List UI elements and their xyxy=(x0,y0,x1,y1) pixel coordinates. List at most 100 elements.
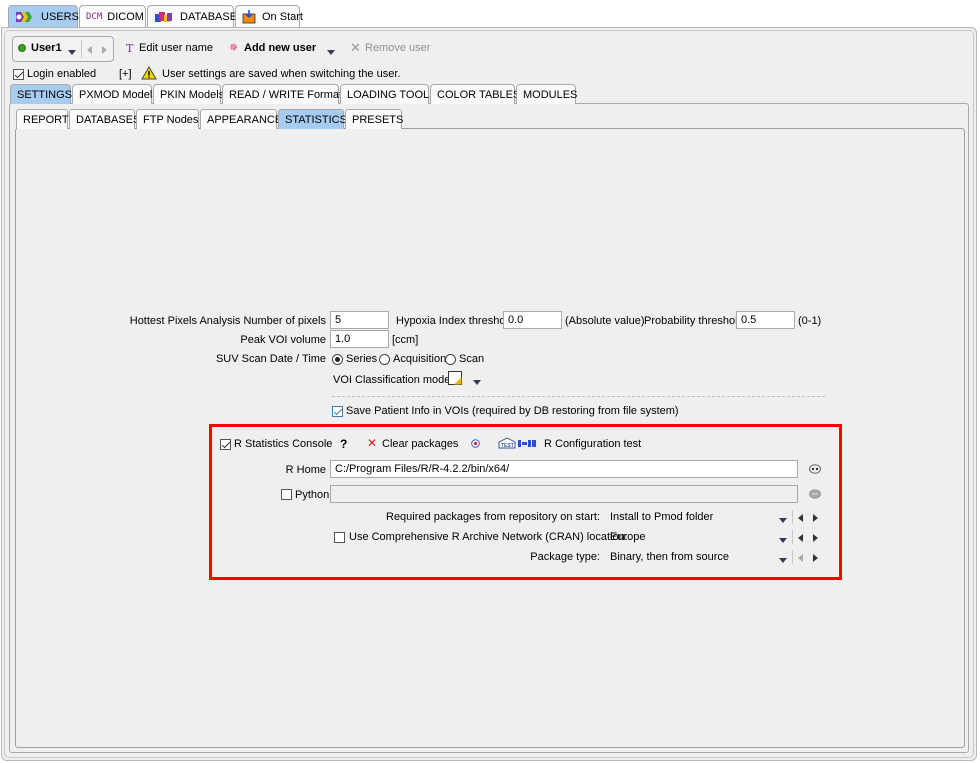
subtab-statistics[interactable]: STATISTICS xyxy=(278,109,347,129)
r-home-input[interactable]: C:/Program Files/R/R-4.2.2/bin/x64/ xyxy=(330,460,798,478)
tab-on-start[interactable]: On Start xyxy=(235,5,303,27)
subtab-appearance[interactable]: APPEARANCE xyxy=(200,109,282,129)
probability-unit: (0-1) xyxy=(798,315,822,327)
dcm-icon: DCM xyxy=(86,11,103,22)
remove-icon: ✕ xyxy=(350,40,361,55)
subtab-presets[interactable]: PRESETS xyxy=(345,109,403,129)
python-input[interactable] xyxy=(330,485,798,503)
help-button[interactable]: ? xyxy=(340,437,347,451)
package-type-label: Package type: xyxy=(530,551,600,563)
svg-text:TEST: TEST xyxy=(501,443,514,449)
peak-voi-input[interactable]: 1.0 xyxy=(330,330,389,348)
suv-scan-option-label: Scan xyxy=(459,353,485,365)
users-icon xyxy=(15,10,35,24)
remove-user-button[interactable]: Remove user xyxy=(365,42,430,54)
previous-user-icon[interactable] xyxy=(87,45,92,57)
tab-pkin-models[interactable]: PKIN Models xyxy=(153,84,225,104)
voi-classification-label: VOI Classification mode: xyxy=(333,374,454,386)
add-new-user-button[interactable]: Add new user xyxy=(244,42,316,54)
required-packages-next-icon[interactable] xyxy=(813,513,818,525)
tab-database[interactable]: DATABASE xyxy=(147,5,237,27)
tab-users[interactable]: USERS xyxy=(8,5,79,27)
tab-settings-label: SETTINGS xyxy=(17,88,73,101)
hypoxia-label: Hypoxia Index threshold xyxy=(396,315,515,327)
required-packages-select[interactable]: Install to Pmod folder xyxy=(610,511,713,523)
separator xyxy=(81,40,82,58)
suv-series-label: Series xyxy=(346,353,378,365)
voi-classification-dropdown-icon[interactable] xyxy=(473,376,481,388)
tab-loading-tools[interactable]: LOADING TOOLS xyxy=(340,84,436,104)
target-icon[interactable] xyxy=(471,439,480,451)
cran-next-icon[interactable] xyxy=(813,533,818,545)
edit-text-icon: T xyxy=(126,42,134,55)
hypoxia-unit: (Absolute value) xyxy=(565,315,645,327)
subtab-ftp-nodes[interactable]: FTP Nodes xyxy=(136,109,199,129)
package-type-select[interactable]: Binary, then from source xyxy=(610,551,729,563)
separator xyxy=(792,550,793,564)
tab-pxmod-models-label: PXMOD Models xyxy=(79,88,158,101)
hypoxia-input[interactable]: 0.0 xyxy=(503,311,562,329)
peak-voi-label: Peak VOI volume xyxy=(240,334,326,346)
user-dropdown-icon[interactable] xyxy=(68,46,76,58)
required-packages-label: Required packages from repository on sta… xyxy=(386,511,600,523)
warning-icon xyxy=(141,66,157,83)
expand-button[interactable]: [+] xyxy=(119,68,132,80)
tab-modules[interactable]: MODULES xyxy=(516,84,577,104)
on-start-icon xyxy=(242,9,256,24)
add-user-icon: ✵ xyxy=(229,42,239,54)
hottest-pixels-label: Hottest Pixels Analysis Number of pixels xyxy=(129,315,326,327)
separator xyxy=(332,396,825,397)
tab-dicom-label: DICOM xyxy=(107,10,144,23)
separator xyxy=(792,510,793,524)
tab-color-tables[interactable]: COLOR TABLES xyxy=(430,84,520,104)
tab-settings[interactable]: SETTINGS xyxy=(10,84,73,104)
tab-read-write-formats-label: READ / WRITE Formats xyxy=(229,88,348,101)
package-type-prev-icon[interactable] xyxy=(798,553,803,565)
subtab-databases-label: DATABASES xyxy=(76,113,141,126)
tab-pxmod-models[interactable]: PXMOD Models xyxy=(72,84,158,104)
user-selector[interactable] xyxy=(12,36,114,62)
tab-on-start-label: On Start xyxy=(262,10,303,23)
required-packages-dropdown-icon[interactable] xyxy=(779,514,787,526)
login-enabled-checkbox[interactable] xyxy=(13,68,24,80)
add-user-dropdown-icon[interactable] xyxy=(327,46,335,58)
probability-input[interactable]: 0.5 xyxy=(736,311,795,329)
subtab-report[interactable]: REPORT xyxy=(16,109,69,129)
edit-user-name-button[interactable]: Edit user name xyxy=(139,42,213,54)
package-type-next-icon[interactable] xyxy=(813,553,818,565)
clear-icon: ✕ xyxy=(367,436,378,450)
hottest-pixels-input[interactable]: 5 xyxy=(330,311,389,329)
suv-acquisition-label: Acquisition xyxy=(393,353,447,365)
separator xyxy=(792,530,793,544)
save-patient-info-checkbox[interactable] xyxy=(332,405,343,417)
r-console-checkbox[interactable] xyxy=(220,438,231,450)
browse-r-home-icon[interactable] xyxy=(809,464,821,477)
cran-prev-icon[interactable] xyxy=(798,533,803,545)
tab-dicom[interactable]: DCM DICOM xyxy=(79,5,146,27)
subtab-databases[interactable]: DATABASES xyxy=(69,109,140,129)
python-checkbox[interactable] xyxy=(281,488,292,500)
browse-python-icon[interactable] xyxy=(809,489,821,502)
subtab-statistics-label: STATISTICS xyxy=(285,113,347,126)
cran-checkbox[interactable] xyxy=(334,531,345,543)
suv-scan-radio[interactable] xyxy=(445,353,456,365)
r-config-test-button[interactable]: R Configuration test xyxy=(544,438,641,450)
test-icon: TEST xyxy=(498,437,538,452)
required-packages-prev-icon[interactable] xyxy=(798,513,803,525)
clear-packages-button[interactable]: Clear packages xyxy=(382,438,458,450)
cran-label: Use Comprehensive R Archive Network (CRA… xyxy=(349,531,628,543)
suv-series-radio[interactable] xyxy=(332,353,343,365)
voi-classification-mode-icon[interactable] xyxy=(448,371,463,389)
cran-location-select[interactable]: Europe xyxy=(610,531,645,543)
suv-acquisition-radio[interactable] xyxy=(379,353,390,365)
next-user-icon[interactable] xyxy=(102,45,107,57)
tab-read-write-formats[interactable]: READ / WRITE Formats xyxy=(222,84,348,104)
suv-scan-label: SUV Scan Date / Time xyxy=(215,353,326,365)
r-console-label: R Statistics Console xyxy=(234,438,333,450)
package-type-dropdown-icon[interactable] xyxy=(779,554,787,566)
tab-users-label: USERS xyxy=(41,10,79,23)
cran-dropdown-icon[interactable] xyxy=(779,534,787,546)
tab-loading-tools-label: LOADING TOOLS xyxy=(347,88,437,101)
warning-text: User settings are saved when switching t… xyxy=(162,68,401,80)
tab-pkin-models-label: PKIN Models xyxy=(160,88,225,101)
